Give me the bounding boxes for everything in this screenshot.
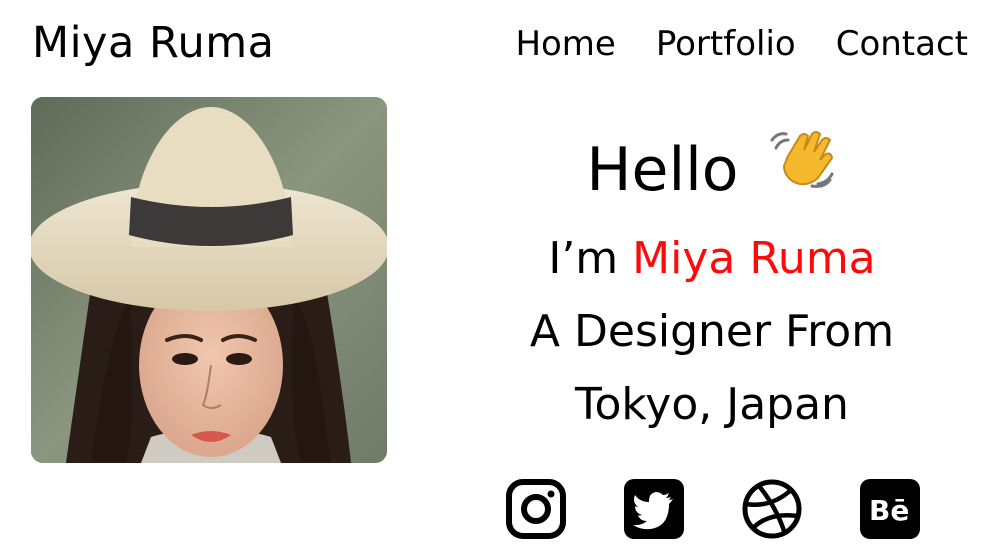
hero-greeting: Hello bbox=[412, 131, 1000, 210]
hero-location: Tokyo, Japan bbox=[575, 379, 849, 430]
nav-home[interactable]: Home bbox=[515, 24, 615, 64]
svg-text:Bē: Bē bbox=[869, 494, 909, 527]
waving-hand-icon bbox=[768, 126, 838, 210]
nav-portfolio[interactable]: Portfolio bbox=[656, 24, 796, 64]
behance-icon[interactable]: Bē bbox=[859, 478, 921, 540]
hero-name: Miya Ruma bbox=[632, 233, 876, 284]
hero-intro-line: I’m Miya Ruma bbox=[412, 230, 1000, 288]
profile-portrait-illustration bbox=[31, 97, 387, 463]
im-prefix: I’m bbox=[548, 233, 633, 284]
instagram-icon[interactable] bbox=[505, 478, 567, 540]
hero-role: A Designer From bbox=[529, 306, 895, 357]
twitter-icon[interactable] bbox=[623, 478, 685, 540]
site-brand[interactable]: Miya Ruma bbox=[32, 18, 274, 68]
profile-photo bbox=[31, 97, 387, 463]
greeting-text: Hello bbox=[586, 135, 739, 205]
main-nav: Home Portfolio Contact bbox=[515, 24, 968, 64]
social-links: Bē bbox=[505, 478, 921, 540]
dribbble-icon[interactable] bbox=[741, 478, 803, 540]
nav-contact[interactable]: Contact bbox=[836, 24, 968, 64]
